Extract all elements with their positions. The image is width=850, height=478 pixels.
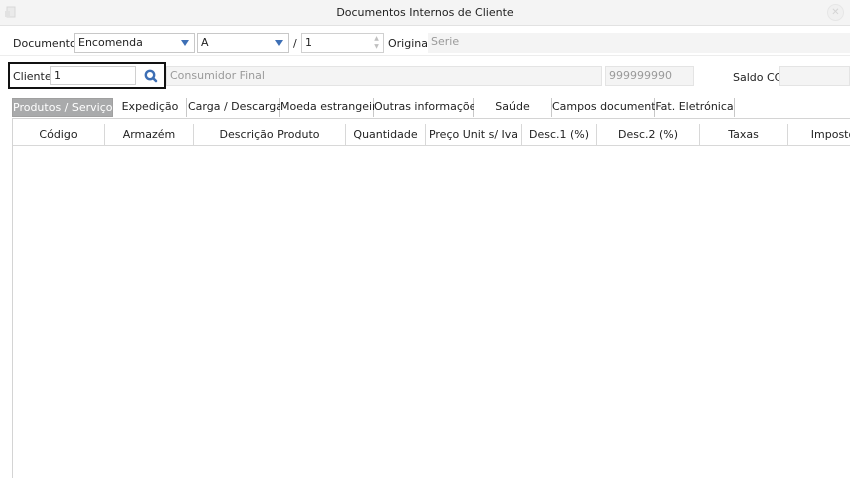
column-header-codigo[interactable]: Código [13,124,105,146]
chevron-down-icon [275,40,283,46]
client-nif-field[interactable]: 999999990 [605,66,694,86]
saldo-cc-field[interactable] [779,66,850,86]
client-code-group: Cliente 1 [8,62,166,89]
column-header-desc1[interactable]: Desc.1 (%) [522,124,597,146]
tab-campos-documento[interactable]: Campos documento [552,98,662,117]
products-grid[interactable]: Código Armazém Descrição Produto Quantid… [12,118,850,478]
tab-moeda-estrangeira[interactable]: Moeda estrangeira [280,98,383,117]
tab-expedicao[interactable]: Expedição [114,98,187,117]
stepper-arrows-icon[interactable]: ▲ ▼ [372,35,381,51]
tab-fat-eletronica[interactable]: Fat. Eletrónica [655,98,735,117]
chevron-down-icon [181,40,189,46]
document-type-select[interactable]: Encomenda [74,33,195,53]
client-name-value: Consumidor Final [170,69,265,82]
title-bar: Documentos Internos de Cliente ✕ [0,0,850,26]
original-series-field[interactable]: Serie [428,33,850,53]
column-header-preco-unit[interactable]: Preço Unit s/ Iva [426,124,522,146]
column-header-armazem[interactable]: Armazém [105,124,194,146]
grid-header: Código Armazém Descrição Produto Quantid… [13,124,850,146]
client-nif-value: 999999990 [609,69,672,82]
document-number-value: 1 [305,36,312,49]
document-series-select[interactable]: A [197,33,289,53]
close-icon[interactable]: ✕ [827,4,844,21]
client-code-value: 1 [54,69,61,82]
column-header-quantidade[interactable]: Quantidade [346,124,426,146]
client-label: Cliente [13,70,52,83]
document-label: Documento [13,37,77,50]
tab-saude[interactable]: Saúde [474,98,552,117]
original-series-placeholder: Serie [431,35,460,48]
document-series-value: A [201,36,209,49]
client-code-input[interactable]: 1 [50,66,136,85]
search-icon [144,69,158,83]
client-name-field[interactable]: Consumidor Final [166,66,602,86]
tab-produtos-servicos[interactable]: Produtos / Serviços [12,98,118,117]
separator-label: / [293,37,297,50]
saldo-cc-label: Saldo CC [733,71,783,84]
client-search-button[interactable] [138,67,164,86]
tab-outras-informacoes[interactable]: Outras informações [374,98,482,117]
column-header-descricao[interactable]: Descrição Produto [194,124,346,146]
document-row: Documento Encomenda A / 1 ▲ ▼ Original Se… [0,32,850,56]
column-header-imposto[interactable]: Imposto [788,124,850,146]
document-number-stepper[interactable]: 1 ▲ ▼ [301,33,384,53]
original-label: Original [388,37,432,50]
tab-bar: Produtos / Serviços Expedição Carga / De… [12,98,850,118]
document-type-value: Encomenda [78,36,143,49]
window-title: Documentos Internos de Cliente [336,6,514,19]
tab-carga-descarga[interactable]: Carga / Descarga [188,98,283,117]
column-header-desc2[interactable]: Desc.2 (%) [597,124,700,146]
column-header-taxas[interactable]: Taxas [700,124,788,146]
